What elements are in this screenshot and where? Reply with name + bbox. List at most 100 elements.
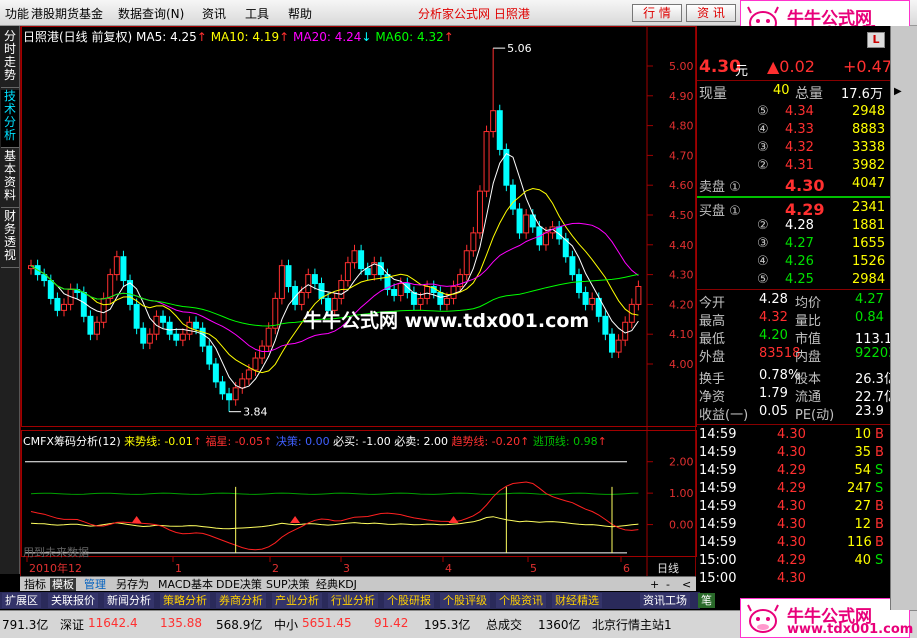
tab-macd[interactable]: MACD基本 (156, 578, 215, 591)
ask-volume: 2948 (852, 104, 886, 119)
candle-body (443, 297, 450, 305)
ma20-label: MA20: 4.24 (293, 30, 362, 44)
candle-body (364, 268, 371, 276)
menu-help[interactable]: 帮助 (288, 5, 312, 22)
book-separator (697, 196, 890, 198)
candle-body (285, 265, 292, 288)
ask-price: 4.31 (785, 158, 814, 173)
ask-level: ③ (757, 140, 769, 155)
tick-side: B (875, 445, 884, 460)
ask-volume: 8883 (852, 122, 886, 137)
mtab-1[interactable]: 关联报价 (48, 593, 98, 608)
mtab-5[interactable]: 产业分析 (272, 593, 322, 608)
bid-level: 买盘 ① (699, 204, 741, 219)
status-sz-index: 11642.4 (88, 616, 138, 630)
tick-side: B (875, 517, 884, 532)
x-tick-label: 3 (343, 562, 350, 575)
candle-body (424, 286, 431, 299)
tick-price: 4.30 (777, 445, 806, 460)
tab-indicator[interactable]: 指标 (22, 578, 48, 591)
mtab-6[interactable]: 行业分析 (328, 593, 378, 608)
stat-value: 4.27 (855, 292, 884, 307)
mtab-2[interactable]: 新闻分析 (104, 593, 154, 608)
status-zx-change: 91.42 (374, 616, 409, 630)
candle-body (133, 303, 140, 329)
candle-body (608, 333, 615, 353)
mtab-12[interactable]: 笔 (698, 593, 715, 608)
bid-volume: 1881 (852, 218, 886, 233)
mtab-11[interactable]: 资讯工场 (640, 593, 690, 608)
ask-volume: 3338 (852, 140, 886, 155)
tab-template[interactable]: 模板 (50, 578, 76, 591)
ask-price: 4.34 (785, 104, 814, 119)
candle-body (259, 345, 266, 359)
tick-volume: 54 (854, 463, 871, 478)
menu-hk-futures[interactable]: 港股期货基金 (31, 5, 103, 22)
kline-chart[interactable]: 5.00 4.90 4.80 4.70 4.60 4.50 4.40 4.30 4.20 4.10… (20, 26, 697, 576)
y-tick-label: 4.30 (669, 269, 694, 282)
tab-financial[interactable]: 财务透视 (1, 210, 19, 268)
menu-data-query[interactable]: 数据查询(N) (118, 5, 184, 22)
y-tick-label: 4.60 (669, 179, 694, 192)
tick-volume: 247 (847, 481, 872, 496)
tab-save-as[interactable]: 另存为 (114, 578, 151, 591)
toolbar-expand-icon[interactable]: ▶ (894, 86, 902, 97)
y-tick-label: 4.10 (669, 328, 694, 341)
candle-body (476, 190, 483, 234)
candle-body (226, 393, 233, 401)
tick-time: 15:00 (699, 571, 737, 586)
stat-value: 0.05 (759, 404, 788, 419)
menu-tools[interactable]: 工具 (245, 5, 269, 22)
zoom-in-button[interactable]: + (648, 578, 661, 591)
tab-manage[interactable]: 管理 (82, 578, 108, 591)
tick-time: 14:59 (699, 463, 737, 478)
buy-arrow-icon (448, 516, 459, 523)
tab-kdj[interactable]: 经典KDJ (314, 578, 359, 591)
status-server[interactable]: 北京行情主站1 (592, 616, 672, 633)
ask-level: ⑤ (757, 104, 769, 119)
indicator-note: 用到未来数据 (23, 546, 89, 559)
vol-label: 现量 (699, 86, 727, 102)
candle-body (450, 286, 457, 299)
stat-label: 均价 (795, 296, 822, 311)
zoom-out-button[interactable]: - (664, 578, 672, 591)
mtab-10[interactable]: 财经精选 (552, 593, 602, 608)
tick-side: B (875, 499, 884, 514)
menu-news[interactable]: 资讯 (202, 5, 226, 22)
stat-label: 最高 (699, 314, 726, 329)
tab-technical[interactable]: 技术分析 (1, 90, 19, 148)
news-button[interactable]: 资 讯 (686, 4, 736, 22)
tab-dde[interactable]: DDE决策 (214, 578, 264, 591)
ind-escape: 逃顶线: 0.98 (532, 435, 598, 448)
candle-body (160, 315, 167, 323)
chart-canvas[interactable]: 5.00 4.90 4.80 4.70 4.60 4.50 4.40 4.30 4.20 4.10… (21, 26, 697, 576)
candle-body (100, 297, 107, 323)
watermark-overlay: 牛牛公式网 www.tdx001.com (303, 310, 590, 332)
buy-arrow-icon (131, 516, 142, 523)
candle-body (575, 274, 582, 293)
mtab-7[interactable]: 个股研报 (384, 593, 434, 608)
quote-button[interactable]: 行 情 (632, 4, 682, 22)
x-tick-label: 6 (623, 562, 630, 575)
tab-intraday[interactable]: 分时走势 (1, 30, 19, 88)
scroll-left-button[interactable]: < (680, 578, 693, 591)
candle-body (278, 265, 285, 299)
tick-price: 4.30 (777, 517, 806, 532)
menu-functions[interactable]: 功能 (5, 5, 29, 22)
mtab-4[interactable]: 券商分析 (216, 593, 266, 608)
status-total: 1360亿 (538, 618, 581, 632)
mtab-0[interactable]: 扩展区 (2, 593, 41, 608)
tab-sup[interactable]: SUP决策 (264, 578, 312, 591)
tick-price: 4.29 (777, 481, 806, 496)
mtab-9[interactable]: 个股资讯 (496, 593, 546, 608)
code-box[interactable]: L (867, 32, 885, 48)
mtab-3[interactable]: 策略分析 (160, 593, 210, 608)
status-zx-name: 中小 (274, 618, 299, 632)
candle-body (602, 315, 609, 335)
tick-price: 4.30 (777, 535, 806, 550)
tick-price: 4.30 (777, 571, 806, 586)
candle-body (542, 232, 549, 246)
candle-body (87, 315, 94, 335)
mtab-8[interactable]: 个股评级 (440, 593, 490, 608)
tab-fundamental[interactable]: 基本资料 (1, 150, 19, 208)
